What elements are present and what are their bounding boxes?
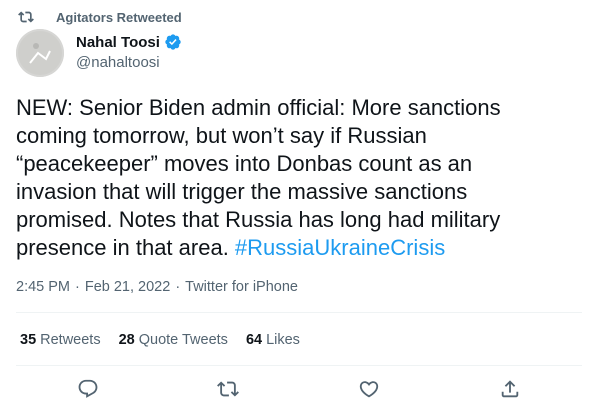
author-display-name[interactable]: Nahal Toosi: [76, 34, 160, 51]
tweet-text: NEW: Senior Biden admin official: More s…: [16, 94, 582, 262]
tweet-time[interactable]: 2:45 PM: [16, 279, 70, 295]
divider: [16, 312, 582, 313]
hashtag-link[interactable]: #RussiaUkraineCrisis: [235, 235, 445, 260]
likes-stat[interactable]: 64 Likes: [246, 332, 300, 348]
retweet-icon: [18, 11, 34, 23]
tweet-source[interactable]: Twitter for iPhone: [185, 279, 298, 295]
tweet-actions: [0, 372, 598, 406]
retweeted-by-context[interactable]: Agitators Retweeted: [18, 8, 182, 26]
verified-badge-icon: [165, 34, 181, 50]
heart-icon: [359, 381, 379, 398]
share-icon: [501, 380, 519, 398]
divider: [16, 365, 582, 366]
quote-tweets-count: 28: [118, 332, 135, 348]
author-block: Nahal Toosi @nahaltoosi: [76, 32, 182, 71]
tweet-text-line: NEW: Senior Biden admin official: More s…: [16, 95, 501, 120]
likes-label: Likes: [266, 332, 300, 348]
tweet-text-line: promised. Notes that Russia has long had…: [16, 207, 501, 232]
tweet-date[interactable]: Feb 21, 2022: [85, 279, 170, 295]
like-button[interactable]: [356, 376, 382, 402]
retweet-button[interactable]: [215, 376, 241, 402]
quote-tweets-label: Quote Tweets: [138, 332, 228, 348]
retweet-icon: [217, 381, 239, 397]
retweets-label: Retweets: [40, 332, 101, 348]
avatar-image: [16, 29, 64, 77]
reply-button[interactable]: [75, 376, 101, 402]
quote-tweets-stat[interactable]: 28 Quote Tweets: [119, 332, 228, 348]
tweet-text-segment: presence in that area.: [16, 235, 235, 260]
retweets-stat[interactable]: 35 Retweets: [20, 332, 101, 348]
meta-separator: ·: [175, 279, 181, 295]
reply-icon: [78, 379, 98, 398]
tweet-text-line: presence in that area. #RussiaUkraineCri…: [16, 234, 582, 262]
share-button[interactable]: [497, 376, 523, 402]
retweets-count: 35: [20, 332, 37, 348]
engagement-stats: 35 Retweets 28 Quote Tweets 64 Likes: [20, 330, 318, 350]
avatar[interactable]: [16, 29, 64, 77]
likes-count: 64: [245, 332, 263, 348]
tweet-meta: 2:45 PM · Feb 21, 2022 · Twitter for iPh…: [16, 277, 298, 297]
retweeted-by-label: Agitators Retweeted: [56, 9, 182, 25]
tweet-text-line: “peacekeeper” moves into Donbas count as…: [16, 151, 473, 176]
tweet-text-line: coming tomorrow, but won’t say if Russia…: [16, 123, 427, 148]
meta-separator: ·: [75, 279, 80, 295]
author-handle[interactable]: @nahaltoosi: [76, 54, 182, 71]
tweet-text-line: invasion that will trigger the massive s…: [16, 179, 468, 204]
